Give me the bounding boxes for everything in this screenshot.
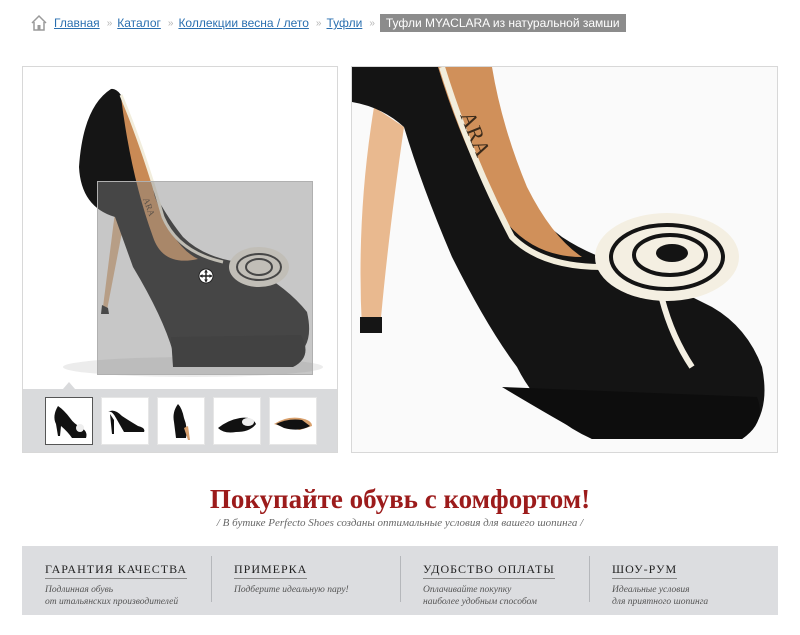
feature-showroom: ШОУ-РУМ Идеальные условия для приятного …: [589, 546, 778, 615]
breadcrumb-separator: »: [315, 17, 321, 29]
breadcrumb-shoes[interactable]: Туфли: [326, 16, 362, 30]
feature-text: Идеальные условия для приятного шопинга: [612, 585, 709, 607]
zoom-preview: ARA: [351, 66, 778, 453]
move-cursor-icon: [198, 268, 214, 284]
thumbnail-1[interactable]: [45, 397, 93, 445]
breadcrumb-separator: »: [369, 17, 374, 29]
breadcrumb: Главная » Каталог » Коллекции весна / ле…: [30, 12, 626, 34]
thumbnail-2[interactable]: [101, 397, 149, 445]
breadcrumb-current: Туфли MYACLARA из натуральной замши: [379, 14, 626, 32]
breadcrumb-catalog[interactable]: Каталог: [117, 16, 161, 30]
feature-text: Оплачивайте покупку наиболее удобным спо…: [423, 585, 537, 607]
thumbnail-3[interactable]: [157, 397, 205, 445]
thumbnail-4[interactable]: [213, 397, 261, 445]
feature-title[interactable]: ПРИМЕРКА: [234, 562, 308, 579]
features-bar: ГАРАНТИЯ КАЧЕСТВА Подлинная обувь от ита…: [22, 546, 778, 615]
breadcrumb-separator: »: [167, 17, 173, 29]
feature-fitting: ПРИМЕРКА Подберите идеальную пару!: [211, 546, 400, 615]
active-thumbnail-pointer: [63, 382, 75, 389]
feature-text: Подберите идеальную пару!: [234, 585, 349, 595]
feature-title[interactable]: ШОУ-РУМ: [612, 562, 678, 579]
home-icon[interactable]: [30, 14, 48, 32]
thumbnail-strip: [23, 382, 337, 452]
feature-payment: УДОБСТВО ОПЛАТЫ Оплачивайте покупку наиб…: [400, 546, 589, 615]
thumbnail-5[interactable]: [269, 397, 317, 445]
feature-quality: ГАРАНТИЯ КАЧЕСТВА Подлинная обувь от ита…: [22, 546, 211, 615]
product-gallery: ARA: [22, 66, 338, 453]
shoe-zoom-illustration: ARA: [352, 67, 777, 452]
promo-title: Покупайте обувь с комфортом!: [209, 484, 591, 514]
breadcrumb-separator: »: [106, 17, 112, 29]
product-main-image[interactable]: ARA: [23, 67, 337, 389]
feature-title[interactable]: ГАРАНТИЯ КАЧЕСТВА: [45, 562, 187, 579]
feature-text: Подлинная обувь от итальянских производи…: [45, 585, 179, 607]
promo-subtitle: / В бутике Perfecto Shoes созданы оптима…: [216, 517, 584, 529]
breadcrumb-collection[interactable]: Коллекции весна / лето: [178, 16, 308, 30]
feature-title[interactable]: УДОБСТВО ОПЛАТЫ: [423, 562, 555, 579]
breadcrumb-home[interactable]: Главная: [54, 16, 100, 30]
